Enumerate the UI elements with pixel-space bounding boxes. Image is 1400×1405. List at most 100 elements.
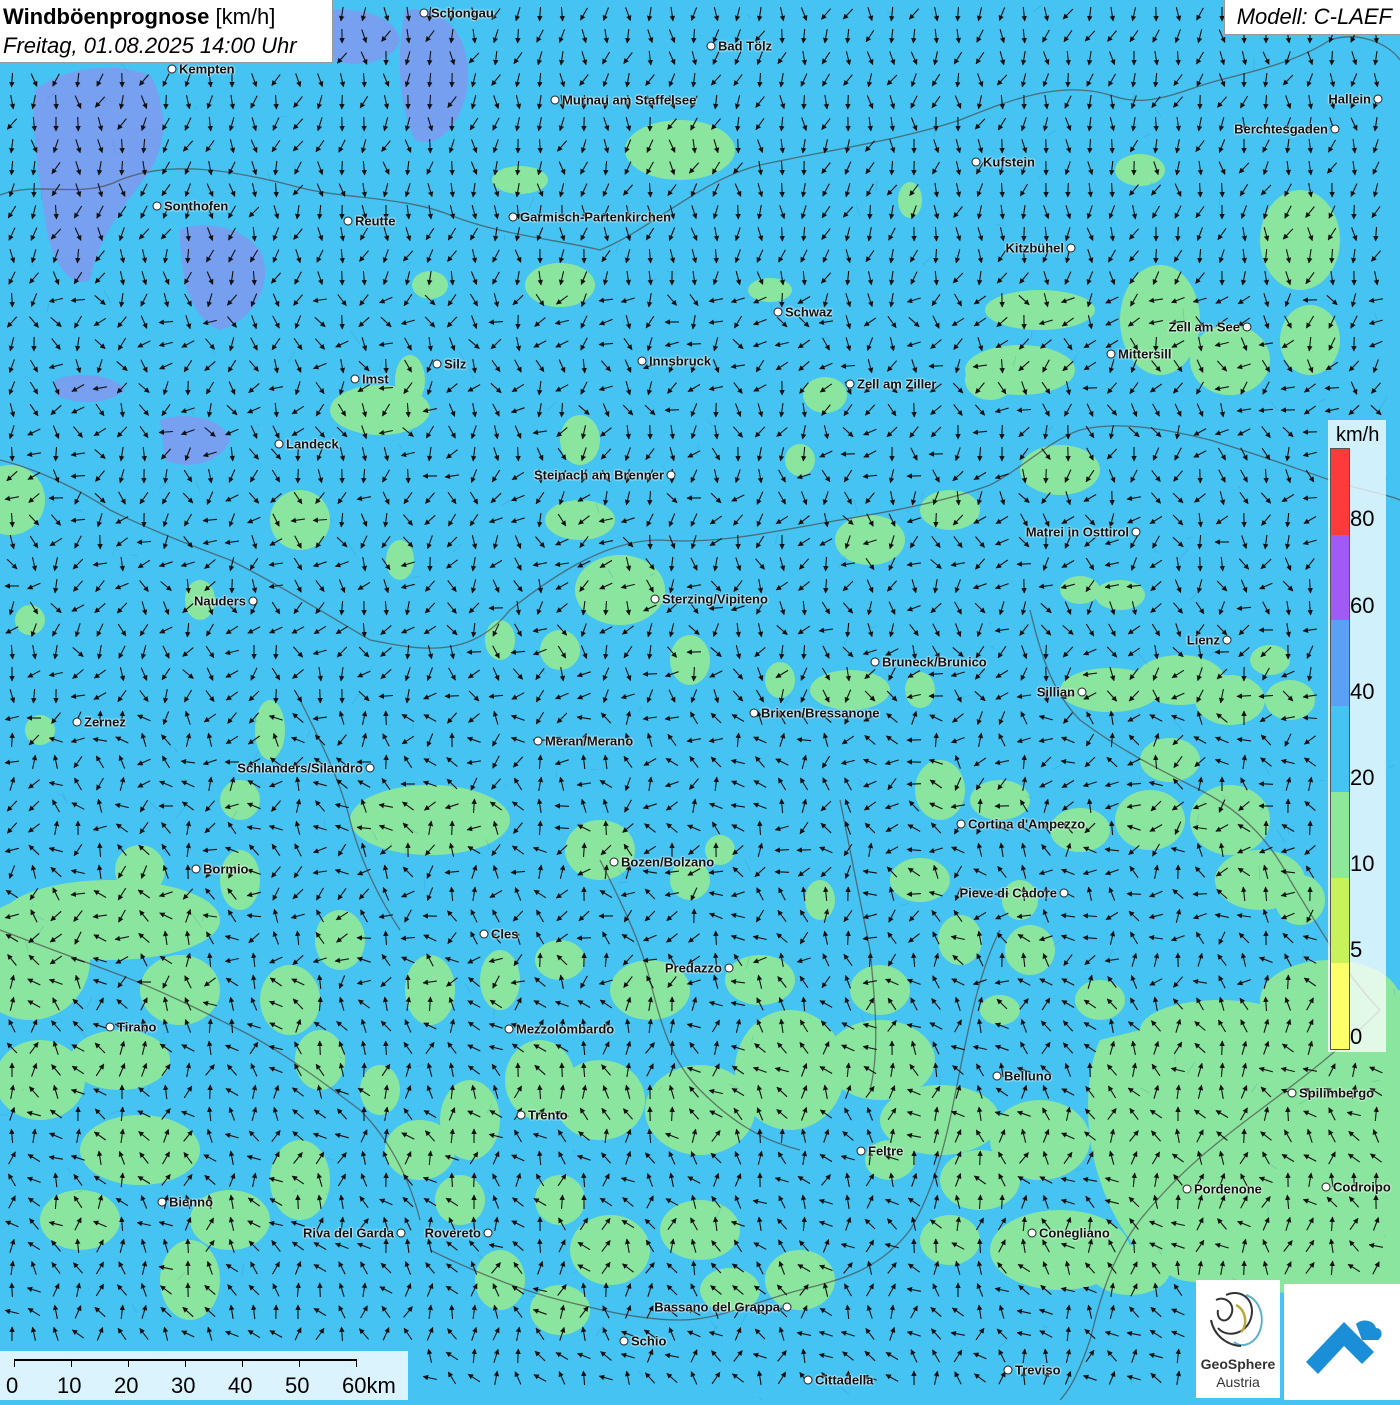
gust-zone-10 bbox=[1265, 680, 1315, 720]
city-marker[interactable] bbox=[1223, 636, 1232, 645]
city-marker[interactable] bbox=[249, 597, 258, 606]
gust-zone-10 bbox=[350, 785, 510, 855]
legend-color-step bbox=[1331, 963, 1349, 1049]
city-marker[interactable] bbox=[505, 1025, 514, 1034]
city-marker[interactable] bbox=[846, 380, 855, 389]
legend-tick-label: 60 bbox=[1350, 593, 1374, 619]
city-label: Garmisch-Partenkirchen bbox=[520, 210, 671, 225]
city-marker[interactable] bbox=[871, 658, 880, 667]
city-marker[interactable] bbox=[774, 308, 783, 317]
city-label: Nauders bbox=[194, 594, 246, 609]
wind-arrow bbox=[929, 366, 943, 367]
city-marker[interactable] bbox=[484, 1229, 493, 1238]
city-marker[interactable] bbox=[1374, 95, 1383, 104]
city-marker[interactable] bbox=[366, 764, 375, 773]
city-label: Reutte bbox=[355, 214, 395, 229]
city-marker[interactable] bbox=[106, 1023, 115, 1032]
city-marker[interactable] bbox=[651, 595, 660, 604]
gust-zone-10 bbox=[555, 1060, 645, 1140]
city-label: Codroipo bbox=[1333, 1180, 1391, 1195]
city-label: Riva del Garda bbox=[303, 1226, 394, 1241]
city-marker[interactable] bbox=[993, 1072, 1002, 1081]
city-marker[interactable] bbox=[551, 96, 560, 105]
city-marker[interactable] bbox=[1243, 323, 1252, 332]
wind-arrow bbox=[914, 1239, 915, 1253]
city-label: Schongau bbox=[431, 6, 494, 21]
city-marker[interactable] bbox=[620, 1337, 629, 1346]
city-marker[interactable] bbox=[1288, 1089, 1297, 1098]
city-label: Tirano bbox=[117, 1020, 157, 1035]
scale-tick bbox=[356, 1359, 357, 1367]
city-label: Belluno bbox=[1004, 1069, 1052, 1084]
gust-zone-10 bbox=[670, 635, 710, 685]
city-marker[interactable] bbox=[158, 1198, 167, 1207]
wind-arrow bbox=[320, 1283, 321, 1297]
gust-zone-10 bbox=[220, 780, 260, 820]
city-label: Cles bbox=[491, 927, 518, 942]
city-marker[interactable] bbox=[192, 865, 201, 874]
city-label: Conegliano bbox=[1039, 1226, 1110, 1241]
city-label: Lienz bbox=[1187, 633, 1220, 648]
city-marker[interactable] bbox=[420, 9, 429, 18]
city-label: Berchtesgaden bbox=[1234, 122, 1328, 137]
city-marker[interactable] bbox=[1078, 688, 1087, 697]
wind-arrow bbox=[320, 1041, 321, 1055]
city-label: Bienno bbox=[169, 1195, 213, 1210]
city-marker[interactable] bbox=[1028, 1229, 1037, 1238]
city-marker[interactable] bbox=[351, 375, 360, 384]
city-marker[interactable] bbox=[638, 357, 647, 366]
title-box: Windböenprognose [km/h] Freitag, 01.08.2… bbox=[0, 0, 333, 63]
city-marker[interactable] bbox=[1331, 125, 1340, 134]
legend-tick-label: 80 bbox=[1350, 506, 1374, 532]
wind-arrow bbox=[1193, 894, 1207, 895]
gust-zone-10 bbox=[1275, 875, 1325, 925]
city-marker[interactable] bbox=[153, 202, 162, 211]
city-label: Schwaz bbox=[785, 305, 833, 320]
city-marker[interactable] bbox=[73, 718, 82, 727]
city-marker[interactable] bbox=[972, 158, 981, 167]
city-marker[interactable] bbox=[480, 930, 489, 939]
city-marker[interactable] bbox=[804, 1376, 813, 1385]
city-marker[interactable] bbox=[344, 217, 353, 226]
city-marker[interactable] bbox=[1183, 1185, 1192, 1194]
wind-arrow bbox=[357, 938, 371, 939]
city-label: Bruneck/Brunico bbox=[882, 655, 987, 670]
scale-label: 10 bbox=[57, 1373, 81, 1399]
city-label: Meran/Merano bbox=[545, 734, 633, 749]
city-marker[interactable] bbox=[957, 820, 966, 829]
wind-arrow bbox=[782, 183, 783, 197]
city-marker[interactable] bbox=[750, 709, 759, 718]
wind-arrow bbox=[34, 183, 35, 197]
city-marker[interactable] bbox=[725, 964, 734, 973]
gust-zone-10 bbox=[785, 444, 815, 476]
city-marker[interactable] bbox=[534, 737, 543, 746]
scale-label: 40 bbox=[228, 1373, 252, 1399]
city-marker[interactable] bbox=[275, 440, 284, 449]
city-label: Hallein bbox=[1328, 92, 1371, 107]
wind-arrow bbox=[643, 674, 657, 675]
city-marker[interactable] bbox=[509, 213, 518, 222]
city-marker[interactable] bbox=[1107, 350, 1116, 359]
city-marker[interactable] bbox=[667, 471, 676, 480]
wind-arrow bbox=[848, 95, 849, 109]
wind-arrow bbox=[1244, 1261, 1245, 1275]
wind-arrow bbox=[518, 1349, 519, 1363]
city-marker[interactable] bbox=[783, 1303, 792, 1312]
city-marker[interactable] bbox=[433, 360, 442, 369]
wind-arrow bbox=[452, 821, 453, 835]
city-marker[interactable] bbox=[517, 1111, 526, 1120]
scale-label: 30 bbox=[171, 1373, 195, 1399]
city-marker[interactable] bbox=[397, 1229, 406, 1238]
city-marker[interactable] bbox=[1322, 1183, 1331, 1192]
city-marker[interactable] bbox=[1132, 528, 1141, 537]
city-marker[interactable] bbox=[610, 858, 619, 867]
gust-zone-10 bbox=[920, 1215, 980, 1265]
city-marker[interactable] bbox=[1060, 889, 1069, 898]
city-marker[interactable] bbox=[1067, 244, 1076, 253]
city-marker[interactable] bbox=[1004, 1366, 1013, 1375]
scale-label: 50 bbox=[285, 1373, 309, 1399]
legend-color-step bbox=[1331, 792, 1349, 878]
city-marker[interactable] bbox=[857, 1147, 866, 1156]
city-marker[interactable] bbox=[707, 42, 716, 51]
city-marker[interactable] bbox=[168, 65, 177, 74]
